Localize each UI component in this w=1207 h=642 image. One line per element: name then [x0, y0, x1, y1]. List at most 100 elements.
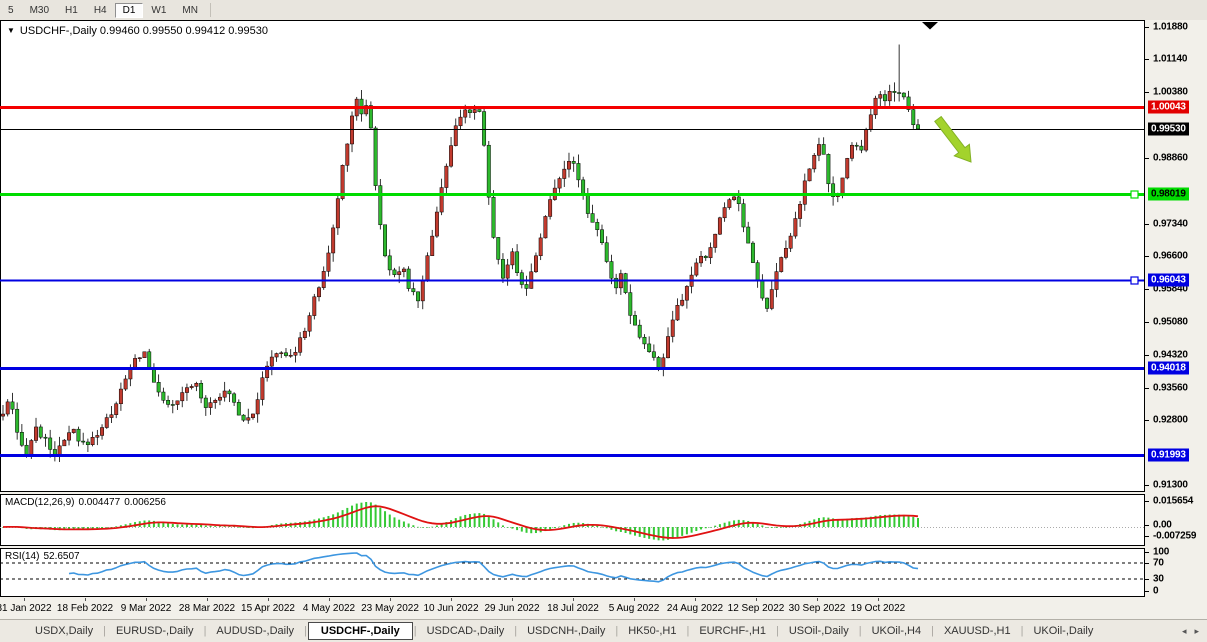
- date-axis-tick: [329, 598, 330, 601]
- date-axis-label: 19 Oct 2022: [851, 603, 905, 614]
- date-axis-tick: [634, 598, 635, 601]
- rsi-label: RSI(14): [5, 551, 39, 562]
- price-axis-label: 0.95080: [1153, 316, 1188, 327]
- price-axis-tick: [1145, 59, 1149, 60]
- date-axis-tick: [756, 598, 757, 601]
- date-axis-tick: [268, 598, 269, 601]
- timeframe-w1[interactable]: W1: [143, 3, 174, 18]
- price-axis-label: 0.98860: [1153, 152, 1188, 163]
- tab-scroll-controls: ◂▸: [1182, 626, 1199, 637]
- price-axis-label: 0.93560: [1153, 382, 1188, 393]
- rsi-title: RSI(14)52.6507: [5, 551, 84, 562]
- price-axis-tick: [1145, 92, 1149, 93]
- rsi-axis-tick: [1145, 579, 1149, 580]
- date-axis-tick: [573, 598, 574, 601]
- price-chart: [0, 20, 1145, 492]
- tab-hk50-h1[interactable]: HK50-,H1: [619, 623, 685, 639]
- rsi-axis-label: 0: [1153, 586, 1158, 597]
- date-axis-tick: [85, 598, 86, 601]
- rsi-axis-label: 100: [1153, 547, 1169, 558]
- price-axis-tick: [1145, 485, 1149, 486]
- tab-eurusd-daily[interactable]: EURUSD-,Daily: [107, 623, 203, 639]
- bar-low: 0.99412: [185, 25, 225, 37]
- mt4-window: 5M30H1H4D1W1MN 1.018801.011401.003800.98…: [0, 0, 1207, 642]
- date-axis-tick: [24, 598, 25, 601]
- macd-value-signal: 0.006256: [124, 497, 166, 508]
- macd-axis: 0.015654 0.00-0.007259: [1145, 494, 1207, 546]
- price-axis-label: 0.94320: [1153, 349, 1188, 360]
- timeframe-h1[interactable]: H1: [57, 3, 86, 18]
- chart-symbol: USDCHF-,Daily: [20, 25, 97, 37]
- date-axis-tick: [817, 598, 818, 601]
- date-axis-label: 24 Aug 2022: [667, 603, 723, 614]
- rsi-axis-label: 70: [1153, 558, 1164, 569]
- date-axis-label: 18 Feb 2022: [57, 603, 113, 614]
- macd-axis-tick: [1145, 525, 1149, 526]
- timeframe-h4[interactable]: H4: [86, 3, 115, 18]
- macd-label: MACD(12,26,9): [5, 497, 74, 508]
- price-axis-label: 1.01140: [1153, 54, 1187, 65]
- price-level-badge: 0.99530: [1148, 122, 1189, 135]
- tab-usdx-daily[interactable]: USDX,Daily: [26, 623, 102, 639]
- date-axis-label: 9 Mar 2022: [121, 603, 172, 614]
- bar-open: 0.99460: [100, 25, 140, 37]
- macd-axis-label: 0.00: [1153, 520, 1172, 531]
- price-axis-tick: [1145, 289, 1149, 290]
- macd-axis-tick: [1145, 536, 1149, 537]
- tab-xauusd-h1[interactable]: XAUUSD-,H1: [935, 623, 1020, 639]
- price-axis-tick: [1145, 224, 1149, 225]
- date-axis-label: 5 Aug 2022: [609, 603, 660, 614]
- date-axis-tick: [451, 598, 452, 601]
- price-axis-tick: [1145, 388, 1149, 389]
- date-axis-label: 15 Apr 2022: [241, 603, 295, 614]
- macd-axis-label: -0.007259: [1153, 531, 1196, 542]
- tab-scroll-right-icon[interactable]: ▸: [1194, 626, 1199, 637]
- macd-axis-label: 0.015654: [1153, 496, 1193, 507]
- date-axis-label: 28 Mar 2022: [179, 603, 235, 614]
- price-level-badge: 0.94018: [1148, 361, 1189, 374]
- rsi-axis: 10070300: [1145, 548, 1207, 597]
- rsi-axis-tick: [1145, 591, 1149, 592]
- tab-ukoil-h4[interactable]: UKOil-,H4: [863, 623, 931, 639]
- macd-title: MACD(12,26,9) 0.004477 0.006256: [5, 497, 170, 508]
- date-axis-tick: [878, 598, 879, 601]
- bar-close: 0.99530: [228, 25, 268, 37]
- price-level-badge: 0.98019: [1148, 188, 1189, 201]
- tab-eurchf-h1[interactable]: EURCHF-,H1: [690, 623, 775, 639]
- tab-usdchf-daily[interactable]: USDCHF-,Daily: [308, 622, 413, 640]
- macd-panel: [0, 494, 1145, 546]
- tab-audusd-daily[interactable]: AUDUSD-,Daily: [207, 623, 303, 639]
- date-axis-label: 31 Jan 2022: [0, 603, 52, 614]
- chart-tabs: USDX,Daily|EURUSD-,Daily|AUDUSD-,Daily|U…: [0, 619, 1207, 642]
- date-axis-label: 18 Jul 2022: [547, 603, 599, 614]
- price-axis-tick: [1145, 256, 1149, 257]
- date-axis-tick: [512, 598, 513, 601]
- timeframe-mn[interactable]: MN: [174, 3, 206, 18]
- date-axis-label: 23 May 2022: [361, 603, 419, 614]
- price-axis-tick: [1145, 27, 1149, 28]
- tab-usoil-daily[interactable]: USOil-,Daily: [780, 623, 858, 639]
- rsi-panel: [0, 548, 1145, 597]
- tab-ukoil-daily[interactable]: UKOil-,Daily: [1024, 623, 1102, 639]
- price-axis-label: 0.96600: [1153, 250, 1188, 261]
- date-axis-tick: [390, 598, 391, 601]
- rsi-axis-tick: [1145, 563, 1149, 564]
- tab-scroll-left-icon[interactable]: ◂: [1182, 626, 1187, 637]
- date-axis-tick: [207, 598, 208, 601]
- price-level-badge: 0.91993: [1148, 449, 1189, 462]
- symbol-dropdown-icon[interactable]: ▼: [7, 26, 15, 35]
- price-level-badge: 0.96043: [1148, 273, 1189, 286]
- price-axis-label: 0.92800: [1153, 415, 1188, 426]
- price-axis-tick: [1145, 158, 1149, 159]
- macd-value-main: 0.004477: [78, 497, 120, 508]
- timeframe-d1[interactable]: D1: [115, 3, 144, 18]
- timeframe-m30[interactable]: M30: [22, 3, 57, 18]
- date-axis-tick: [146, 598, 147, 601]
- date-axis-label: 10 Jun 2022: [423, 603, 478, 614]
- tab-usdcnh-daily[interactable]: USDCNH-,Daily: [518, 623, 614, 639]
- price-axis-tick: [1145, 322, 1149, 323]
- tab-usdcad-daily[interactable]: USDCAD-,Daily: [418, 623, 514, 639]
- date-axis-label: 30 Sep 2022: [789, 603, 846, 614]
- timeframe-5[interactable]: 5: [0, 3, 22, 18]
- date-axis: 31 Jan 2022 18 Feb 2022 9 Mar 2022 28 Mar 2…: [0, 598, 1145, 618]
